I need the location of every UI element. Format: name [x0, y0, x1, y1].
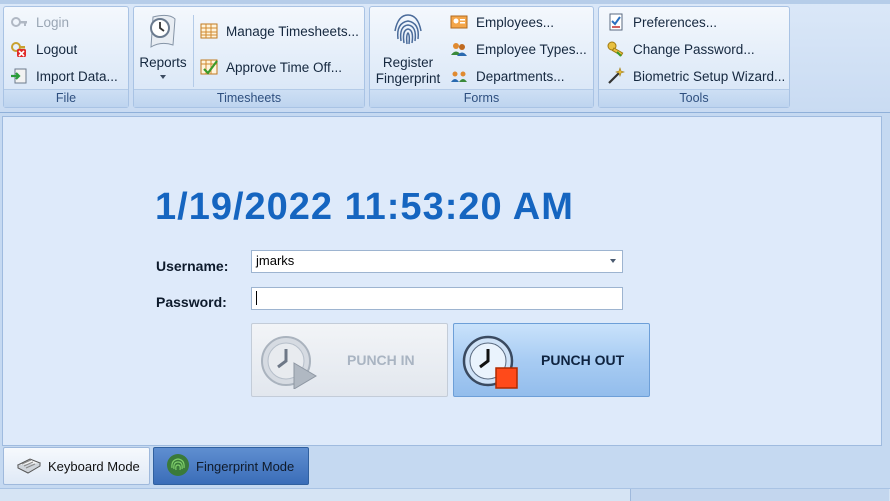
logout-button[interactable]: Logout: [10, 37, 77, 61]
fingerprint-icon: [372, 11, 444, 55]
key-icon: [607, 40, 625, 58]
mode-tabs: Keyboard Mode Fingerprint Mode: [0, 446, 890, 488]
ribbon: Login Logout Import Data... File Reports: [0, 0, 890, 113]
punch-out-label: PUNCH OUT: [541, 352, 625, 368]
timesheets-group-label: Timesheets: [134, 89, 364, 107]
username-value: jmarks: [256, 253, 295, 268]
register-label-line1: Register: [382, 55, 434, 70]
logout-label: Logout: [36, 41, 78, 57]
login-label: Login: [36, 14, 70, 30]
timesheets-group: Reports Manage Timesheets... Approve Tim…: [133, 6, 365, 108]
employees-label: Employees...: [476, 14, 555, 30]
employee-types-icon: [450, 40, 468, 58]
ribbon-top-strip: [0, 0, 890, 4]
change-password-label: Change Password...: [633, 41, 755, 57]
text-cursor: [256, 291, 257, 305]
manage-timesheets-label: Manage Timesheets...: [226, 23, 359, 39]
timesheet-grid-icon: [200, 22, 218, 40]
import-icon: [10, 67, 28, 85]
password-field[interactable]: [251, 287, 623, 310]
preferences-icon: [607, 13, 625, 31]
register-fingerprint-button[interactable]: Register Fingerprint: [372, 11, 444, 87]
employees-button[interactable]: Employees...: [450, 10, 554, 34]
file-group-label: File: [4, 89, 128, 107]
forms-group: Register Fingerprint Employees... Employ…: [369, 6, 594, 108]
login-icon: [10, 13, 28, 31]
status-bar: [0, 488, 890, 501]
manage-timesheets-button[interactable]: Manage Timesheets...: [200, 19, 359, 43]
departments-button[interactable]: Departments...: [450, 64, 565, 88]
departments-label: Departments...: [476, 68, 565, 84]
employee-card-icon: [450, 13, 468, 31]
reports-label: Reports: [139, 55, 187, 70]
clock-play-icon: [260, 333, 320, 392]
departments-icon: [450, 67, 468, 85]
forms-group-label: Forms: [370, 89, 593, 107]
tab-keyboard-label: Keyboard Mode: [48, 458, 140, 474]
biometric-wizard-button[interactable]: Biometric Setup Wizard...: [607, 64, 785, 88]
file-group: Login Logout Import Data... File: [3, 6, 129, 108]
approve-time-off-button[interactable]: Approve Time Off...: [200, 55, 342, 79]
username-label: Username:: [156, 258, 229, 274]
reports-button[interactable]: Reports: [136, 11, 190, 79]
timesheets-separator: [193, 15, 194, 87]
employee-types-label: Employee Types...: [476, 41, 587, 57]
biometric-wizard-label: Biometric Setup Wizard...: [633, 68, 786, 84]
tab-fingerprint-mode[interactable]: Fingerprint Mode: [153, 447, 309, 485]
reports-icon: [136, 11, 190, 55]
punch-in-label: PUNCH IN: [347, 352, 415, 368]
reports-dropdown-icon: [160, 75, 166, 79]
clock-stop-icon: [462, 333, 522, 392]
employee-types-button[interactable]: Employee Types...: [450, 37, 587, 61]
tools-group: Preferences... Change Password... Biomet…: [598, 6, 790, 108]
import-data-label: Import Data...: [36, 68, 118, 84]
current-datetime: 1/19/2022 11:53:20 AM: [155, 186, 574, 228]
wizard-wand-icon: [607, 67, 625, 85]
username-dropdown[interactable]: jmarks: [251, 250, 623, 273]
fingerprint-tab-icon: [166, 453, 190, 480]
status-bar-right-panel: [630, 489, 889, 501]
approve-icon: [200, 58, 218, 76]
change-password-button[interactable]: Change Password...: [607, 37, 755, 61]
chevron-down-icon[interactable]: [610, 259, 616, 263]
tab-keyboard-mode[interactable]: Keyboard Mode: [3, 447, 150, 485]
keyboard-icon: [16, 455, 42, 478]
logout-icon: [10, 40, 28, 58]
approve-time-off-label: Approve Time Off...: [226, 59, 343, 75]
login-button[interactable]: Login: [10, 10, 69, 34]
preferences-button[interactable]: Preferences...: [607, 10, 717, 34]
preferences-label: Preferences...: [633, 14, 718, 30]
tab-fingerprint-label: Fingerprint Mode: [196, 458, 295, 474]
tools-group-label: Tools: [599, 89, 789, 107]
password-label: Password:: [156, 294, 227, 310]
register-label-line2: Fingerprint: [375, 71, 441, 86]
import-data-button[interactable]: Import Data...: [10, 64, 118, 88]
punch-out-button[interactable]: PUNCH OUT: [453, 323, 650, 397]
punch-in-button[interactable]: PUNCH IN: [251, 323, 448, 397]
